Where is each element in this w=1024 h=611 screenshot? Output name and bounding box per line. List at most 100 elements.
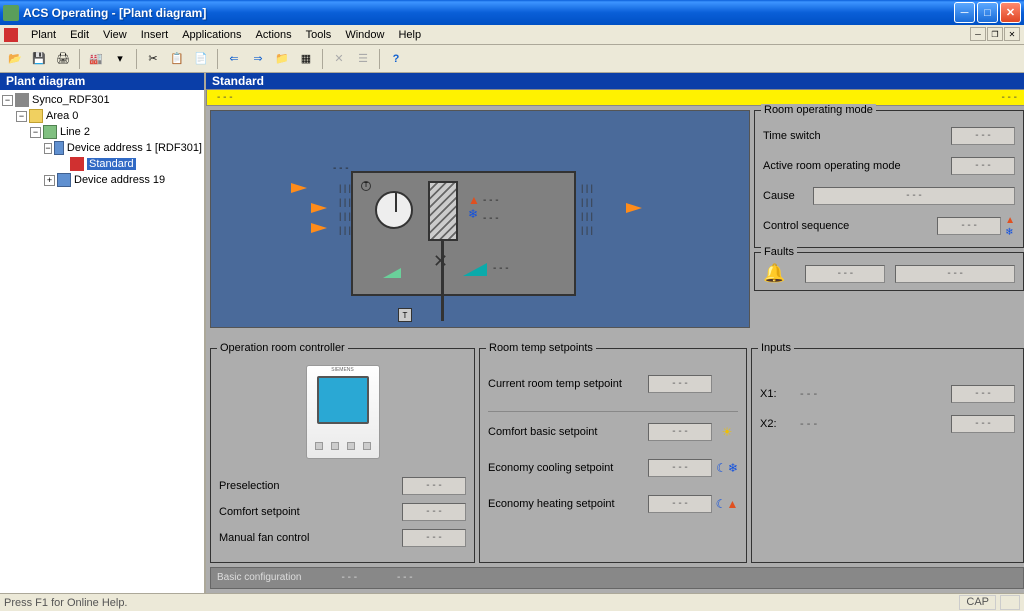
economy-heating-label: Economy heating setpoint [488, 498, 648, 510]
toolbar-up-icon[interactable]: 📁 [271, 48, 293, 70]
toolbar-forward-icon[interactable]: ⇒ [247, 48, 269, 70]
status-panel [1000, 595, 1020, 610]
status-help-text: Press F1 for Online Help. [4, 597, 128, 609]
tree-area-label: Area 0 [46, 110, 78, 122]
moon-flame-icon: ☾▲ [716, 497, 738, 511]
x2-value[interactable]: - - - [951, 415, 1015, 433]
fault-value-1[interactable]: - - - [805, 265, 885, 283]
menu-icon [4, 28, 18, 42]
toolbar-back-icon[interactable]: ⇐ [223, 48, 245, 70]
toolbar-copy-icon[interactable]: 📋 [166, 48, 188, 70]
toolbar-props-icon[interactable]: ☰ [352, 48, 374, 70]
toolbar-delete-icon[interactable]: ✕ [328, 48, 350, 70]
status-strip: - - - - - - [206, 89, 1024, 106]
expand-icon[interactable]: + [44, 175, 55, 186]
mdi-minimize-button[interactable]: ─ [970, 27, 986, 41]
active-mode-value[interactable]: - - - [951, 157, 1015, 175]
fault-value-2[interactable]: - - - [895, 265, 1015, 283]
basic-configuration-bar[interactable]: Basic configuration - - - - - - [210, 567, 1024, 589]
toolbar-cut-icon[interactable]: ✂ [142, 48, 164, 70]
right-column: Room operating mode Time switch - - - Ac… [754, 110, 1024, 328]
diagram-value: - - - [333, 163, 349, 174]
toolbar-save-icon[interactable]: 💾 [28, 48, 50, 70]
control-seq-value[interactable]: - - - [937, 217, 1001, 235]
comfort-setpoint-label: Comfort setpoint [219, 506, 402, 518]
basic-config-v1: - - - [342, 572, 358, 584]
diagram-value: - - - [483, 213, 499, 224]
toolbar-list-icon[interactable]: ▦ [295, 48, 317, 70]
window-title: ACS Operating - [Plant diagram] [23, 6, 954, 20]
app-icon [3, 5, 19, 21]
snowflake-icon: ❄ [468, 207, 478, 217]
thermostat-screen [317, 376, 369, 424]
fan-icon: ✕ [433, 251, 448, 272]
mdi-window-buttons: ─ ❐ ✕ [970, 27, 1020, 41]
plant-diagram: | | || | || | || | | | | || | || | || | … [210, 110, 750, 328]
comfort-setpoint-value[interactable]: - - - [402, 503, 466, 521]
toolbar-print-icon[interactable]: 🖨 [52, 48, 74, 70]
window-buttons: ─ □ ✕ [954, 2, 1021, 23]
toolbar-drop-icon[interactable]: ▾ [109, 48, 131, 70]
tree-standard[interactable]: Standard [2, 156, 202, 172]
tree[interactable]: − Synco_RDF301 − Area 0 − Line 2 − Devic… [0, 90, 204, 593]
economy-heating-value[interactable]: - - - [648, 495, 712, 513]
collapse-icon[interactable]: − [30, 127, 41, 138]
toolbar-help-icon[interactable]: ? [385, 48, 407, 70]
moon-snow-icon: ☾❄ [716, 461, 738, 475]
tree-device-1[interactable]: − Device address 1 [RDF301] [2, 140, 202, 156]
comfort-basic-value[interactable]: - - - [648, 423, 712, 441]
group-label: Room temp setpoints [486, 342, 596, 354]
toolbar-plant-icon[interactable]: 🏭 [85, 48, 107, 70]
mdi-close-button[interactable]: ✕ [1004, 27, 1020, 41]
tree-device-19[interactable]: + Device address 19 [2, 172, 202, 188]
menu-view[interactable]: View [96, 27, 134, 43]
bell-icon: 🔔 [763, 263, 785, 284]
cause-value[interactable]: - - - [813, 187, 1015, 205]
status-cap: CAP [959, 595, 996, 610]
mdi-restore-button[interactable]: ❐ [987, 27, 1003, 41]
economy-cooling-value[interactable]: - - - [648, 459, 712, 477]
collapse-icon[interactable]: − [2, 95, 13, 106]
content-panel: Standard - - - - - - | | || | || | || | … [206, 73, 1024, 593]
diagram-value: - - - [493, 263, 509, 274]
tree-line[interactable]: − Line 2 [2, 124, 202, 140]
close-button[interactable]: ✕ [1000, 2, 1021, 23]
manual-fan-value[interactable]: - - - [402, 529, 466, 547]
tree-area[interactable]: − Area 0 [2, 108, 202, 124]
diagram-outlet-lines: | | || | || | || | | [581, 181, 593, 237]
snowflake-icon: ❄ [1005, 227, 1015, 238]
collapse-icon[interactable]: − [16, 111, 27, 122]
group-label: Operation room controller [217, 342, 348, 354]
collapse-icon[interactable]: − [44, 143, 52, 154]
tree-panel: Plant diagram − Synco_RDF301 − Area 0 − … [0, 73, 206, 593]
menu-tools[interactable]: Tools [299, 27, 339, 43]
maximize-button[interactable]: □ [977, 2, 998, 23]
arrow-icon [626, 203, 642, 213]
current-setpoint-value[interactable]: - - - [648, 375, 712, 393]
group-label: Room operating mode [761, 104, 876, 116]
preselection-value[interactable]: - - - [402, 477, 466, 495]
x1-label: X1: [760, 388, 800, 400]
minimize-button[interactable]: ─ [954, 2, 975, 23]
coil-icon [428, 181, 458, 241]
menu-help[interactable]: Help [391, 27, 428, 43]
tree-root[interactable]: − Synco_RDF301 [2, 92, 202, 108]
toolbar-open-icon[interactable]: 📂 [4, 48, 26, 70]
toolbar: 📂 💾 🖨 🏭 ▾ ✂ 📋 📄 ⇐ ⇒ 📁 ▦ ✕ ☰ ? [0, 45, 1024, 73]
x1-value[interactable]: - - - [951, 385, 1015, 403]
operation-room-controller-group: Operation room controller SIEMENS Presel… [210, 348, 475, 563]
temp-sensor-icon: T [361, 181, 371, 191]
toolbar-paste-icon[interactable]: 📄 [190, 48, 212, 70]
menu-edit[interactable]: Edit [63, 27, 96, 43]
time-switch-value[interactable]: - - - [951, 127, 1015, 145]
menu-applications[interactable]: Applications [175, 27, 248, 43]
flame-icon: ▲ [1005, 215, 1015, 226]
thermostat-image: SIEMENS [306, 365, 380, 459]
arrow-icon [311, 223, 327, 233]
menu-actions[interactable]: Actions [249, 27, 299, 43]
menu-insert[interactable]: Insert [134, 27, 176, 43]
standard-icon [70, 157, 84, 171]
menu-plant[interactable]: Plant [24, 27, 63, 43]
status-bar: Press F1 for Online Help. CAP [0, 593, 1024, 611]
menu-window[interactable]: Window [338, 27, 391, 43]
